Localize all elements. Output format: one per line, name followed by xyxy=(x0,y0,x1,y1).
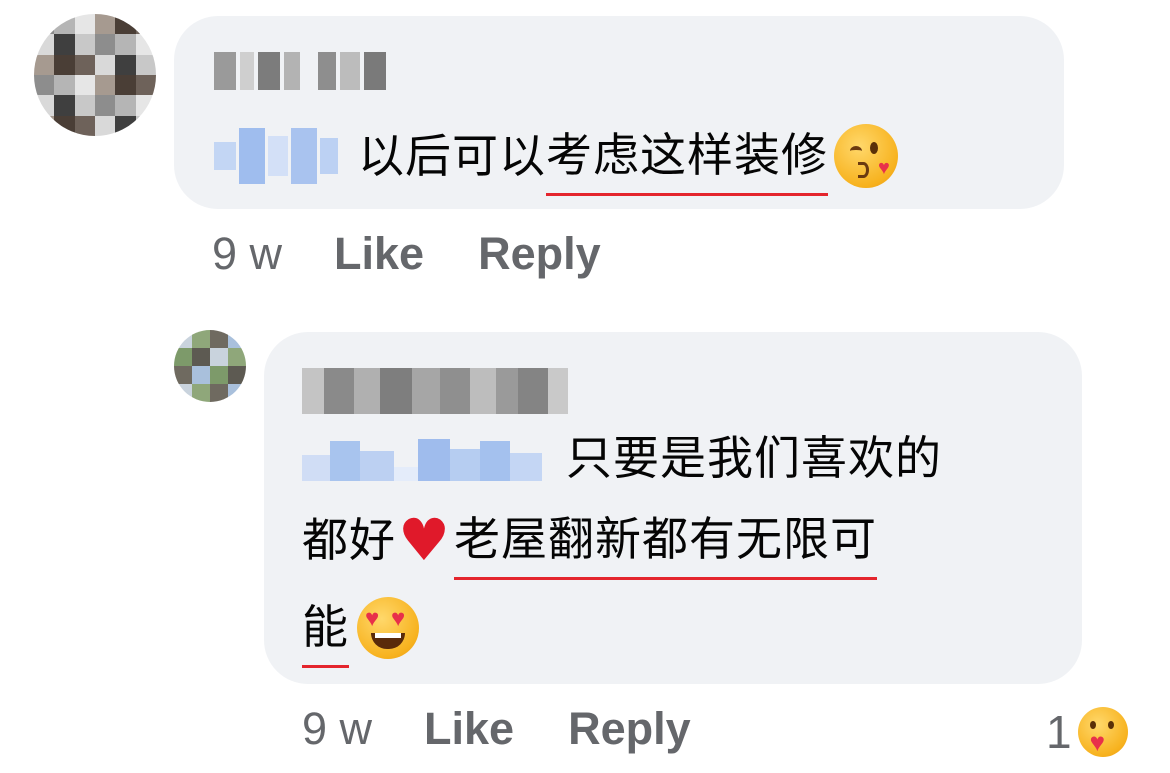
avatar-pixel xyxy=(34,75,55,96)
avatar-pixel xyxy=(174,348,192,366)
avatar-pixel xyxy=(135,95,156,116)
comment-text-underlined: 考虑这样装修 xyxy=(546,117,828,196)
avatar-pixel xyxy=(174,366,192,384)
comment-text-line1: 只要是我们喜欢的 xyxy=(566,431,942,485)
author-name-blurred[interactable] xyxy=(302,368,568,414)
avatar-pixel xyxy=(210,366,228,384)
avatar-pixel xyxy=(135,75,156,96)
avatar-pixel xyxy=(34,95,55,116)
avatar-pixel xyxy=(192,348,210,366)
timestamp[interactable]: 9 w xyxy=(302,703,372,755)
avatar-pixel xyxy=(95,115,116,136)
avatar-pixel xyxy=(115,75,136,96)
avatar-pixel xyxy=(95,14,116,35)
reply-button[interactable]: Reply xyxy=(478,228,601,280)
avatar[interactable] xyxy=(174,330,246,402)
avatar-pixel xyxy=(115,95,136,116)
avatar-pixel xyxy=(54,115,75,136)
avatar-pixel xyxy=(34,54,55,75)
comment-text-line3-underlined: 能 xyxy=(302,589,349,668)
comment-text: 以后可以 考虑这样装修 ♥ xyxy=(214,117,898,196)
avatar-pixel xyxy=(34,14,55,35)
avatar-pixel xyxy=(135,54,156,75)
avatar-pixel xyxy=(54,54,75,75)
reaction-count: 1 xyxy=(1046,706,1072,758)
heart-eyes-emoji: ♥ ♥ xyxy=(357,597,419,659)
avatar-pixel xyxy=(74,54,95,75)
avatar-pixel xyxy=(210,330,228,348)
avatar[interactable] xyxy=(34,14,156,136)
reply-button[interactable]: Reply xyxy=(568,703,691,755)
avatar-pixel xyxy=(115,115,136,136)
comment-actions: 9 w Like Reply xyxy=(302,703,691,755)
avatar-pixel xyxy=(54,14,75,35)
comment-text-line: 能 ♥ ♥ xyxy=(302,589,419,668)
avatar-pixel xyxy=(192,366,210,384)
red-heart-emoji: ♥ xyxy=(398,506,450,574)
comment-text-line: 都好 ♥ 老屋翻新都有无限可 xyxy=(302,501,877,580)
avatar-pixel xyxy=(74,14,95,35)
avatar-pixel xyxy=(54,75,75,96)
avatar-pixel xyxy=(192,330,210,348)
avatar-pixel xyxy=(210,384,228,402)
avatar-pixel xyxy=(74,115,95,136)
reaction-summary[interactable]: 1 ♥ xyxy=(1046,700,1128,764)
avatar-pixel xyxy=(54,34,75,55)
avatar-pixel xyxy=(174,384,192,402)
like-button[interactable]: Like xyxy=(424,703,514,755)
avatar-pixel xyxy=(228,348,246,366)
comment-text-plain: 以后可以 xyxy=(358,129,546,183)
avatar-pixel xyxy=(228,384,246,402)
avatar-pixel xyxy=(74,75,95,96)
avatar-pixel xyxy=(95,54,116,75)
mention-blurred[interactable] xyxy=(302,435,542,481)
avatar-pixel xyxy=(174,330,192,348)
avatar-pixel xyxy=(192,384,210,402)
avatar-pixel xyxy=(95,75,116,96)
avatar-pixel xyxy=(228,330,246,348)
mention-blurred[interactable] xyxy=(214,128,338,184)
avatar-pixel xyxy=(210,348,228,366)
avatar-pixel xyxy=(74,34,95,55)
avatar-pixel xyxy=(115,34,136,55)
comment-text-line2-plain: 都好 xyxy=(302,513,396,567)
avatar-pixel xyxy=(34,34,55,55)
avatar-pixel xyxy=(95,34,116,55)
avatar-pixel xyxy=(135,14,156,35)
avatar-pixel xyxy=(74,95,95,116)
avatar-pixel xyxy=(115,54,136,75)
like-button[interactable]: Like xyxy=(334,228,424,280)
avatar-pixel xyxy=(135,34,156,55)
comment-actions: 9 w Like Reply xyxy=(212,228,601,280)
author-name-blurred[interactable] xyxy=(214,52,386,90)
avatar-pixel xyxy=(115,14,136,35)
avatar-pixel xyxy=(95,95,116,116)
avatar-pixel xyxy=(135,115,156,136)
avatar-pixel xyxy=(34,115,55,136)
timestamp[interactable]: 9 w xyxy=(212,228,282,280)
avatar-pixel xyxy=(54,95,75,116)
care-reaction-icon: ♥ xyxy=(1077,707,1128,757)
comment-text-line2-underlined: 老屋翻新都有无限可 xyxy=(454,501,877,580)
comment-text-line: 只要是我们喜欢的 xyxy=(302,420,942,496)
kissing-face-with-heart-emoji: ♥ xyxy=(834,124,898,188)
avatar-pixel xyxy=(228,366,246,384)
